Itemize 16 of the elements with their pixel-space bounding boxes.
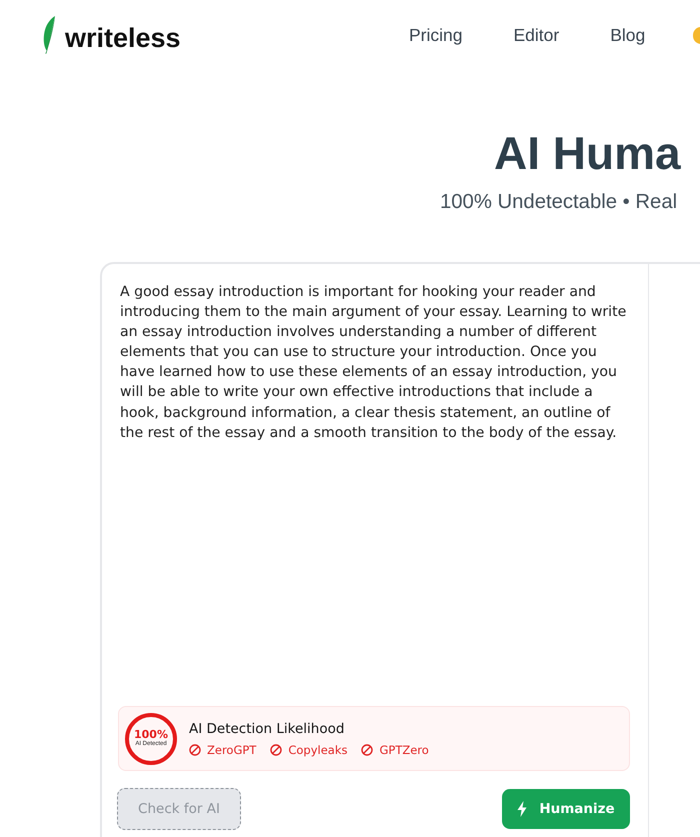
- ban-icon: [361, 744, 374, 756]
- page-subtitle: 100% Undetectable • Real: [440, 190, 678, 215]
- ban-icon: [270, 744, 282, 756]
- detector-name: GPTZero: [379, 742, 429, 756]
- nav-link[interactable]: Editor: [514, 24, 560, 46]
- ban-icon: [189, 744, 201, 756]
- detection-title: AI Detection Likelihood: [189, 720, 344, 736]
- score-value: 100%: [134, 729, 168, 741]
- page-title: AI Huma: [494, 127, 681, 179]
- detector-name: ZeroGPT: [207, 742, 256, 756]
- lightning-icon: [517, 801, 528, 817]
- logo-text[interactable]: writeless: [65, 25, 181, 54]
- detector-name: Copyleaks: [288, 742, 348, 756]
- nav-link[interactable]: Blog: [610, 24, 646, 46]
- nav-link[interactable]: Pricing: [409, 24, 462, 46]
- essay-text-field[interactable]: A good essay introduction is important for hooking your reader and introducing them to the main argument of your essay. Learning to write an essay introduction involves understanding a number of different elements that you can use to structure your introduction. Once you have learned how to use these elements of an essay introduction, you will be able to write your own effective introductions that include a hook, background information, a clear thesis statement, an outline of the rest of the essay and a smooth transition to the body of the essay.: [118, 282, 631, 696]
